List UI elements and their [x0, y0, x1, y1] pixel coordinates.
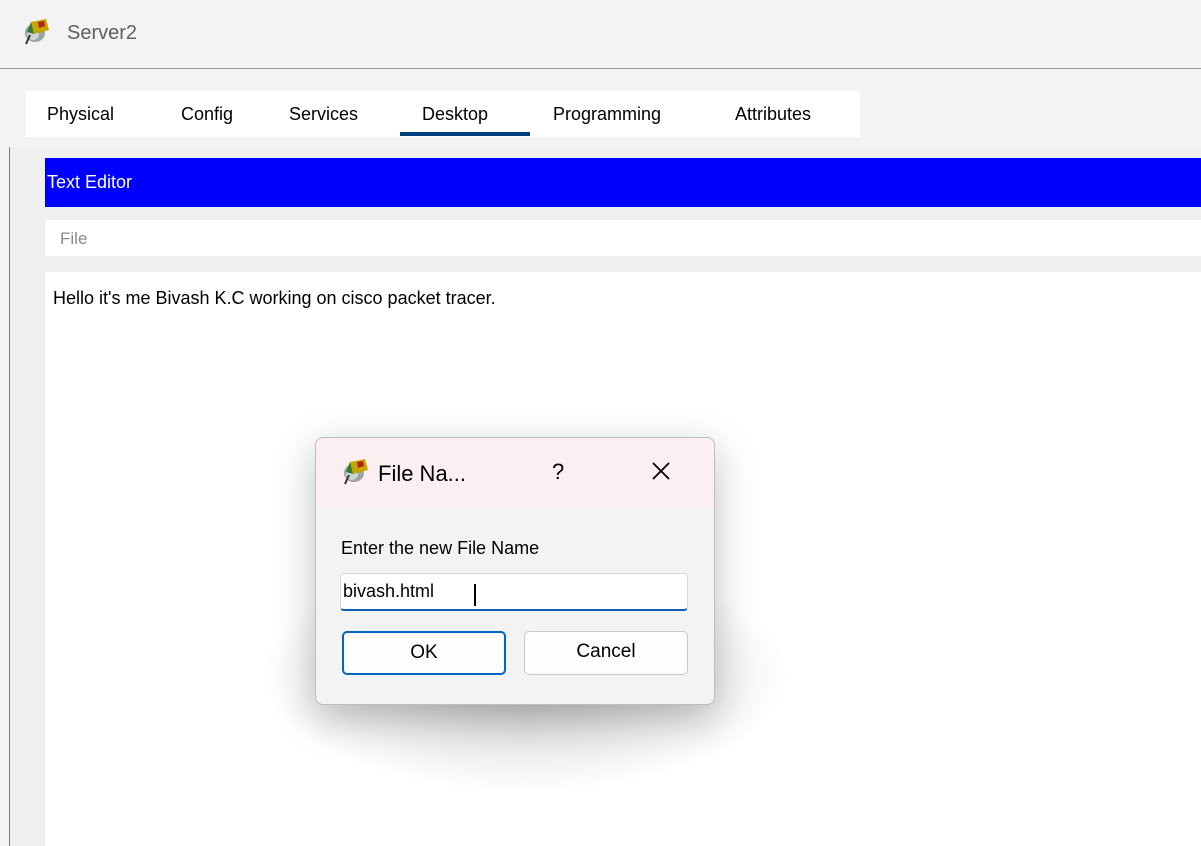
text-editor-title: Text Editor [47, 172, 133, 192]
editor-menubar: File [45, 220, 1201, 256]
file-name-input[interactable] [340, 573, 688, 611]
tab-desktop[interactable]: Desktop [422, 91, 488, 137]
window-title: Server2 [67, 22, 138, 44]
tab-attributes[interactable]: Attributes [735, 91, 811, 137]
menu-file[interactable]: File [60, 229, 87, 249]
ok-button[interactable]: OK [342, 631, 506, 675]
tab-physical[interactable]: Physical [47, 91, 114, 137]
tab-config[interactable]: Config [181, 91, 233, 137]
file-name-prompt: Enter the new File Name [341, 538, 540, 558]
window-titlebar: Server2 [0, 0, 1201, 69]
help-button[interactable]: ? [552, 459, 564, 485]
tab-services[interactable]: Services [289, 91, 358, 137]
file-name-dialog: File Na... ? Enter the new File Name OK … [315, 437, 715, 705]
dialog-titlebar[interactable]: File Na... ? [316, 438, 714, 508]
text-caret [474, 584, 476, 606]
tab-bar: Physical Config Services Desktop Program… [26, 91, 860, 137]
text-editor-header: Text Editor [45, 158, 1201, 207]
active-tab-indicator [400, 132, 530, 136]
tab-programming[interactable]: Programming [553, 91, 661, 137]
editor-content: Hello it's me Bivash K.C working on cisc… [53, 288, 496, 308]
packet-tracer-app-icon [344, 459, 368, 485]
close-icon[interactable] [646, 456, 676, 486]
packet-tracer-app-icon [25, 19, 49, 45]
dialog-title: File Na... [378, 461, 467, 486]
cancel-button[interactable]: Cancel [524, 631, 688, 675]
